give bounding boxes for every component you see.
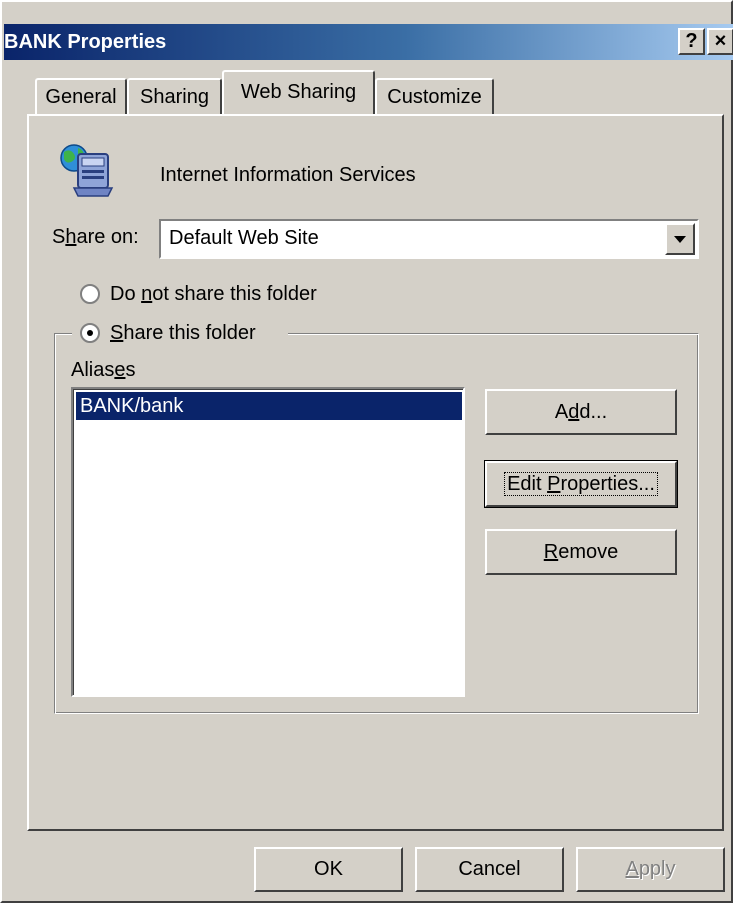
tab-sharing[interactable]: Sharing xyxy=(127,78,222,114)
tab-general[interactable]: General xyxy=(35,78,127,114)
aliases-label: Aliases xyxy=(71,359,136,381)
service-name: Internet Information Services xyxy=(160,164,416,186)
properties-dialog: BANK Properties ? × General Sharing Web … xyxy=(0,0,733,903)
dropdown-arrow-icon[interactable] xyxy=(665,223,695,255)
share-on-value: Default Web Site xyxy=(169,227,319,249)
help-icon: ? xyxy=(685,30,698,52)
iis-globe-computer-icon xyxy=(60,144,114,197)
tab-customize-label: Customize xyxy=(387,86,482,108)
share-on-select[interactable]: Default Web Site xyxy=(159,219,699,259)
share-this-folder-label[interactable]: Share this folder xyxy=(110,322,256,345)
help-button[interactable]: ? xyxy=(678,28,705,55)
title-bar[interactable]: BANK Properties ? × xyxy=(4,24,733,60)
cancel-button[interactable]: Cancel xyxy=(415,847,564,892)
apply-button[interactable]: Apply xyxy=(576,847,725,892)
close-button[interactable]: × xyxy=(707,28,733,55)
tab-customize[interactable]: Customize xyxy=(375,78,494,114)
tab-web-sharing-label: Web Sharing xyxy=(240,81,357,103)
share-on-label: Share on: xyxy=(52,226,139,248)
do-not-share-radio[interactable] xyxy=(80,284,100,304)
share-this-folder-radio[interactable] xyxy=(80,323,100,343)
do-not-share-label[interactable]: Do not share this folder xyxy=(110,283,317,306)
tab-sharing-label: Sharing xyxy=(140,86,209,108)
alias-item[interactable]: BANK/bank xyxy=(76,392,462,420)
close-icon: × xyxy=(714,30,727,52)
tab-web-sharing[interactable]: Web Sharing xyxy=(222,70,375,114)
tab-general-label: General xyxy=(45,86,117,108)
edit-properties-button[interactable]: Edit Properties... xyxy=(484,460,678,508)
ok-button[interactable]: OK xyxy=(254,847,403,892)
aliases-list[interactable]: BANK/bank xyxy=(71,387,465,697)
add-alias-button[interactable]: Add... xyxy=(485,389,677,435)
remove-alias-button[interactable]: Remove xyxy=(485,529,677,575)
window-title: BANK Properties xyxy=(4,31,167,53)
